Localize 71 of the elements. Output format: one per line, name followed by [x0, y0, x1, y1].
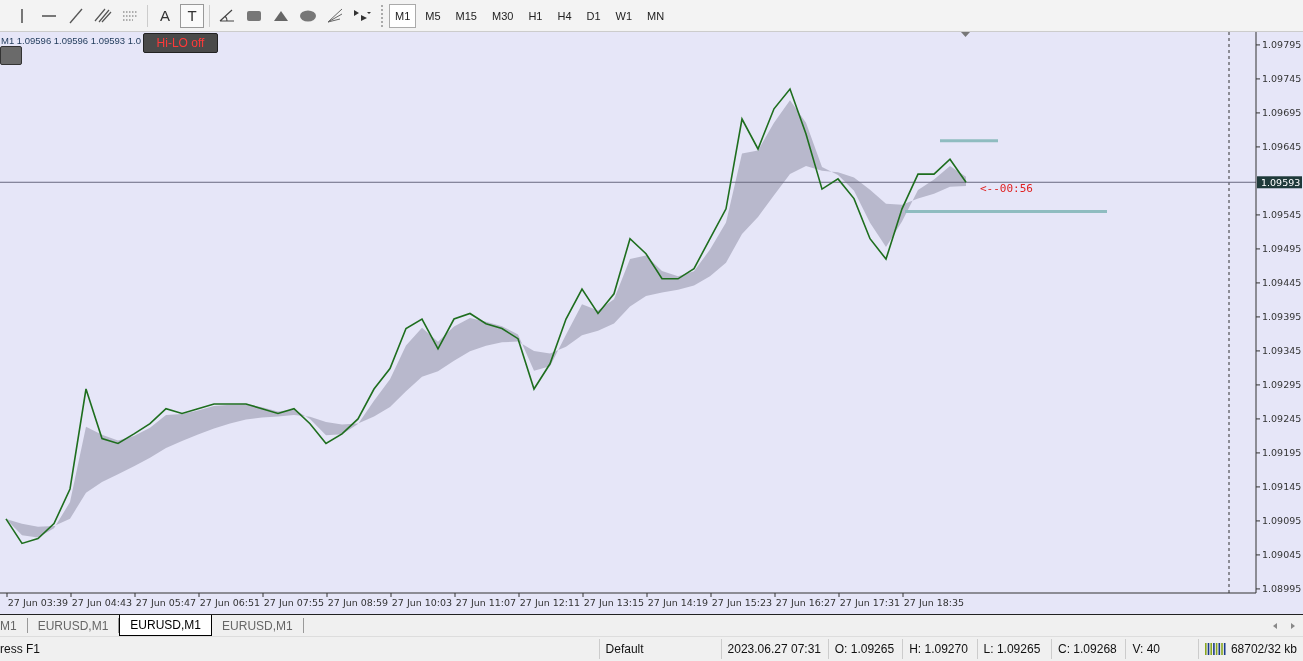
current-price-label: 1.09593 [1257, 176, 1302, 189]
price-axis-label: 1.09295 [1262, 379, 1302, 391]
time-axis-label: 27 Jun 06:51 [199, 597, 261, 608]
price-axis-label: 1.09145 [1262, 481, 1302, 493]
low-value: L: 1.09265 [976, 639, 1052, 659]
time-axis-label: 27 Jun 12:11 [519, 597, 581, 608]
price-axis-label: 1.09745 [1262, 73, 1302, 85]
time-axis-label: 27 Jun 08:59 [327, 597, 389, 608]
hline-icon [42, 14, 56, 17]
price-axis-label: 1.09095 [1262, 515, 1302, 527]
countdown-label: <--00:56 [980, 182, 1033, 195]
price-axis-label: 1.09545 [1262, 209, 1302, 221]
trendline-icon [69, 7, 83, 24]
price-axis-label: 1.09445 [1262, 277, 1302, 289]
triangle-icon [274, 10, 288, 21]
time-axis-label: 27 Jun 14:19 [647, 597, 709, 608]
timeframe-button[interactable]: M30 [485, 3, 520, 28]
close-value: C: 1.09268 [1051, 639, 1126, 659]
channel-icon [94, 8, 112, 23]
time-axis-label: 27 Jun 16:27 [775, 597, 837, 608]
timeframe-button[interactable]: D1 [580, 3, 607, 28]
ref-line-label: 1.09593 [1261, 176, 1301, 188]
chart-tab[interactable]: M1 [0, 618, 28, 633]
open-value: O: 1.09265 [827, 639, 903, 659]
ellipse-icon [300, 9, 316, 22]
price-axis-label: 1.09045 [1262, 549, 1302, 561]
chart-tab[interactable]: EURUSD,M1 [212, 618, 304, 633]
time-axis-label: 27 Jun 15:23 [711, 597, 773, 608]
vline-icon [21, 8, 23, 23]
timeframe-button[interactable]: M5 [419, 3, 447, 28]
time-axis-label: 27 Jun 11:07 [455, 597, 517, 608]
time-axis-label: 27 Jun 04:43 [71, 597, 133, 608]
timeframe-button[interactable]: H1 [522, 3, 549, 28]
volume-value: V: 40 [1125, 639, 1198, 659]
rectangle-icon [247, 10, 261, 21]
time-axis-label: 27 Jun 17:31 [839, 597, 901, 608]
text-tool-button[interactable]: A [153, 3, 177, 28]
price-axis-label: 1.08995 [1262, 583, 1302, 595]
high-value: H: 1.09270 [902, 639, 977, 659]
price-axis-label: 1.09495 [1262, 243, 1302, 255]
timeframe-button[interactable]: MN [641, 3, 671, 28]
help-hint: ress F1 [0, 641, 41, 658]
time-axis-label: 27 Jun 05:47 [135, 597, 197, 608]
price-axis-label: 1.09195 [1262, 447, 1302, 459]
connection-bars-icon [1204, 642, 1227, 656]
text-tool-button[interactable]: T [180, 3, 204, 28]
angle-icon [219, 9, 235, 22]
traffic-value: 68702/32 kb [1230, 642, 1297, 656]
time-axis-label: 27 Jun 13:15 [583, 597, 645, 608]
time-axis-label: 27 Jun 07:55 [263, 597, 325, 608]
time-axis-label: 27 Jun 03:39 [7, 597, 69, 608]
panel-button[interactable] [0, 46, 22, 65]
time-axis-label: 27 Jun 10:03 [391, 597, 453, 608]
arrows-icon [353, 9, 371, 22]
price-axis-label: 1.09245 [1262, 413, 1302, 425]
price-axis-label: 1.09395 [1262, 311, 1302, 323]
time-axis-label: 27 Jun 18:35 [903, 597, 965, 608]
fan-icon [327, 8, 343, 23]
price-axis-label: 1.09645 [1262, 141, 1302, 153]
chart-tab[interactable]: EURUSD,M1 [119, 615, 213, 636]
price-axis-label: 1.09695 [1262, 107, 1302, 119]
timeframe-button[interactable]: H4 [551, 3, 578, 28]
timeframe-button[interactable]: W1 [609, 3, 639, 28]
timeframe-button[interactable]: M15 [449, 3, 483, 28]
price-axis-label: 1.09795 [1262, 39, 1302, 51]
profile-name: Default [598, 639, 721, 659]
level-line [940, 139, 998, 143]
bar-time: 2023.06.27 07:31 [720, 639, 828, 659]
price-axis-label: 1.09345 [1262, 345, 1302, 357]
ohlc-header: M1 1.09596 1.09596 1.09593 1.0 [1, 35, 141, 46]
timeframe-button[interactable]: M1 [389, 3, 417, 28]
